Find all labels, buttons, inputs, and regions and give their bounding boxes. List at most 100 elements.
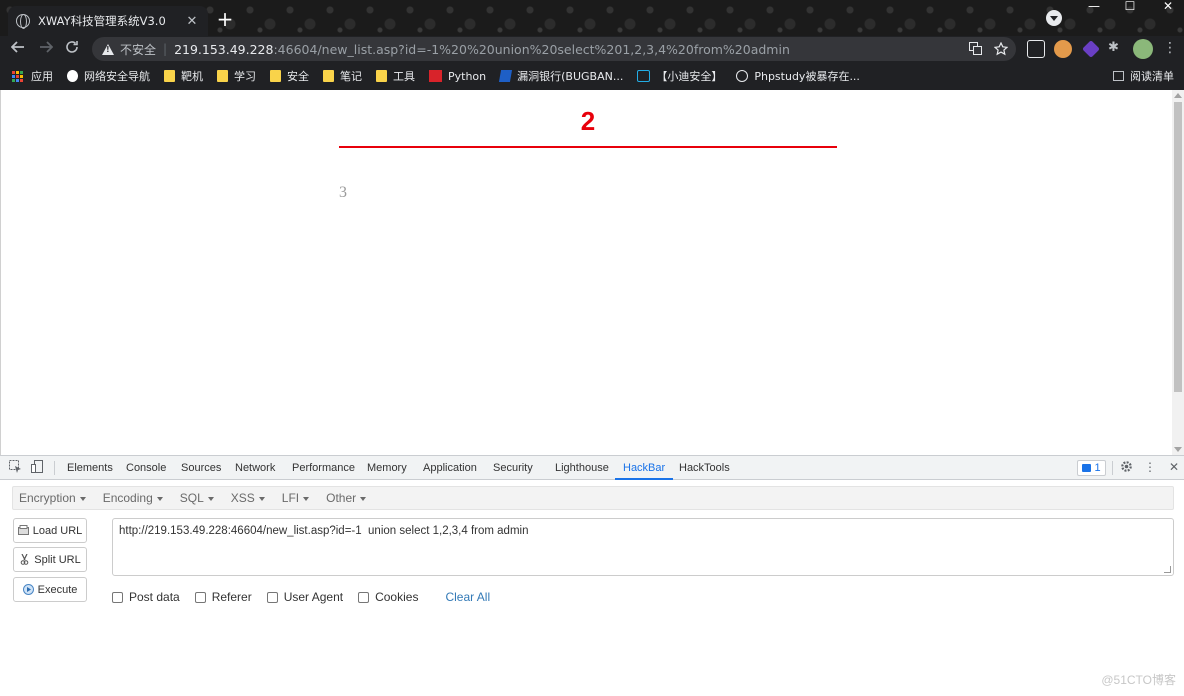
translate-icon[interactable]	[968, 42, 982, 56]
bookmark-folder-target[interactable]: 靶机	[164, 68, 203, 84]
bookmark-folder-notes[interactable]: 笔记	[323, 68, 362, 84]
menu-encoding[interactable]: Encoding	[103, 491, 163, 505]
close-devtools-icon[interactable]: ✕	[1167, 460, 1181, 474]
devtools-menu-icon[interactable]: ⋮	[1143, 460, 1157, 474]
split-url-label: Split URL	[34, 553, 81, 566]
devtools-panel: Elements Console Sources Network Perform…	[0, 455, 1184, 696]
tab-search-icon[interactable]	[1046, 10, 1062, 26]
tab-sources[interactable]: Sources	[181, 456, 221, 480]
tab-security[interactable]: Security	[493, 456, 533, 480]
hackbar-url-value: http://219.153.49.228:46604/new_list.asp…	[119, 525, 529, 537]
extension-cookie-icon[interactable]	[1054, 40, 1072, 58]
forward-button[interactable]	[36, 39, 56, 59]
bookmark-folder-security[interactable]: 安全	[270, 68, 309, 84]
checkbox-box[interactable]	[358, 591, 370, 603]
bookmark-folder-study[interactable]: 学习	[217, 68, 256, 84]
menu-label: XSS	[230, 491, 255, 505]
bilibili-icon	[637, 70, 651, 82]
resize-handle-icon[interactable]	[1164, 566, 1171, 573]
clear-all-link[interactable]: Clear All	[445, 590, 490, 604]
bookmark-folder-tools[interactable]: 工具	[376, 68, 415, 84]
bookmark-bugbank[interactable]: 漏洞银行(BUGBAN...	[499, 68, 624, 84]
tab-performance[interactable]: Performance	[292, 456, 355, 480]
scrollbar-thumb[interactable]	[1174, 102, 1182, 392]
device-toggle-icon[interactable]	[30, 460, 44, 474]
tab-console[interactable]: Console	[126, 456, 166, 480]
menu-sql[interactable]: SQL	[180, 491, 214, 505]
tab-hacktools[interactable]: HackTools	[679, 456, 730, 480]
back-button[interactable]	[8, 39, 28, 59]
option-label: Post data	[129, 590, 180, 604]
checkbox-box[interactable]	[194, 591, 206, 603]
split-url-button[interactable]: Split URL	[13, 547, 87, 572]
profile-avatar[interactable]	[1133, 39, 1153, 59]
bookmark-xiaodi[interactable]: 【小迪安全】	[637, 68, 722, 84]
tab-lighthouse[interactable]: Lighthouse	[555, 456, 609, 480]
tab-network[interactable]: Network	[235, 456, 275, 480]
extension-gem-icon[interactable]	[1082, 40, 1100, 58]
menu-other[interactable]: Other	[326, 491, 367, 505]
scroll-down-icon[interactable]	[1174, 447, 1182, 452]
site-icon	[67, 70, 78, 82]
address-bar[interactable]: 不安全 | 219.153.49.228 :46604/new_list.asp…	[92, 37, 1016, 61]
settings-gear-icon[interactable]	[1119, 460, 1133, 474]
page-viewport: 2 3	[0, 90, 1184, 455]
menu-encryption[interactable]: Encryption	[19, 491, 86, 505]
bookmark-label: 网络安全导航	[84, 70, 150, 83]
bookmark-label: 漏洞银行(BUGBAN...	[517, 70, 624, 83]
reload-button[interactable]	[62, 39, 82, 59]
omnibox-separator: |	[163, 42, 168, 56]
inspect-element-icon[interactable]	[8, 460, 22, 474]
load-url-button[interactable]: Load URL	[13, 518, 87, 543]
bookmark-label: 【小迪安全】	[656, 70, 723, 83]
browser-tab[interactable]: XWAY科技管理系统V3.0 ✕	[8, 6, 208, 36]
menu-xss[interactable]: XSS	[231, 491, 265, 505]
maximize-button[interactable]: ☐	[1116, 0, 1144, 14]
tab-elements[interactable]: Elements	[67, 456, 113, 480]
close-window-button[interactable]: ✕	[1154, 0, 1182, 14]
option-label: Referer	[211, 590, 252, 604]
cookies-checkbox[interactable]: Cookies	[358, 590, 418, 604]
checkbox-box[interactable]	[112, 591, 123, 603]
wordpress-icon	[736, 70, 749, 82]
bookmark-label: 笔记	[340, 70, 362, 83]
minimize-button[interactable]: —	[1080, 0, 1108, 14]
option-label: User Agent	[283, 590, 344, 604]
not-secure-warning-icon[interactable]	[102, 43, 114, 55]
not-secure-label[interactable]: 不安全	[120, 41, 156, 58]
menu-lfi[interactable]: LFI	[282, 491, 310, 505]
reading-list-button[interactable]: 阅读清单	[1113, 68, 1174, 84]
page-scrollbar[interactable]	[1172, 90, 1184, 455]
forward-arrow-icon	[40, 41, 54, 53]
post-data-checkbox[interactable]: Post data	[112, 590, 180, 604]
referer-checkbox[interactable]: Referer	[194, 590, 252, 604]
execute-button[interactable]: Execute	[13, 577, 87, 602]
scroll-up-icon[interactable]	[1174, 93, 1182, 98]
tab-strip: XWAY科技管理系统V3.0 ✕ + — ☐ ✕	[0, 0, 1184, 36]
tab-close-icon[interactable]: ✕	[184, 14, 200, 29]
tab-title: XWAY科技管理系统V3.0	[38, 14, 166, 28]
tab-memory[interactable]: Memory	[367, 456, 407, 480]
scissors-icon	[19, 553, 30, 565]
browser-menu-icon[interactable]: ⋮	[1163, 40, 1177, 58]
bookmark-phpstudy[interactable]: Phpstudy被暴存在...	[736, 68, 860, 84]
hackbar-url-textarea[interactable]: http://219.153.49.228:46604/new_list.asp…	[112, 518, 1174, 576]
url-path: :46604/new_list.asp?id=-1%20%20union%20s…	[273, 41, 790, 57]
new-tab-button[interactable]: +	[214, 9, 236, 31]
tab-application[interactable]: Application	[423, 456, 477, 480]
bookmark-apps[interactable]: 应用	[12, 68, 53, 84]
tab-hackbar[interactable]: HackBar	[615, 456, 674, 480]
globe-icon	[16, 14, 30, 29]
watermark: @51CTO博客	[1101, 673, 1176, 687]
reading-list-label: 阅读清单	[1130, 70, 1174, 83]
extensions-puzzle-icon[interactable]: ✱	[1108, 41, 1122, 55]
extension-reader-icon[interactable]	[1027, 40, 1045, 58]
checkbox-box[interactable]	[266, 591, 278, 603]
issues-badge[interactable]: 1	[1077, 460, 1106, 476]
bookmark-star-icon[interactable]	[993, 41, 1009, 56]
reload-icon	[66, 41, 78, 53]
user-agent-checkbox[interactable]: User Agent	[266, 590, 344, 604]
issues-count: 1	[1094, 462, 1101, 474]
bookmark-security-nav[interactable]: 网络安全导航	[67, 68, 150, 84]
bookmark-python[interactable]: Python	[429, 70, 486, 83]
